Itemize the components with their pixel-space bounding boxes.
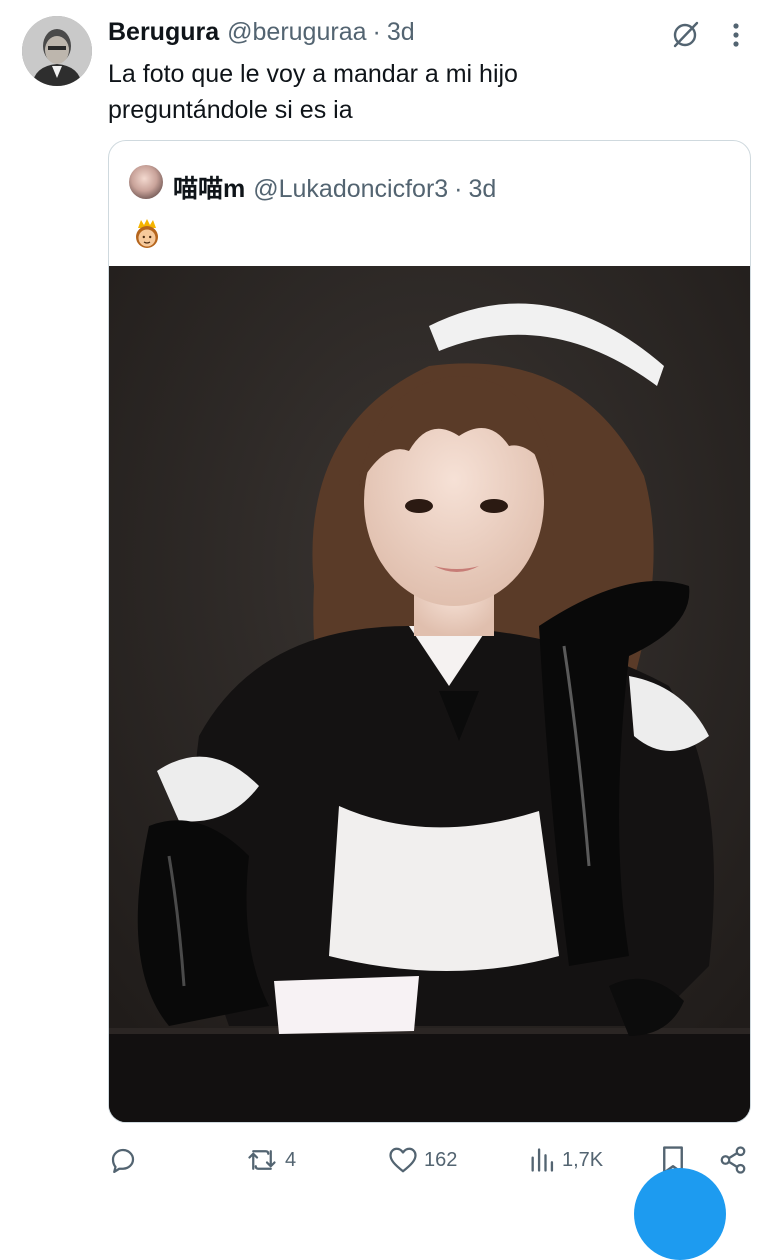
tweet[interactable]: Berugura @beruguraa · 3d La foto que le … — [0, 0, 770, 1260]
more-button[interactable] — [722, 18, 750, 52]
timestamp[interactable]: 3d — [387, 18, 415, 47]
compose-button[interactable] — [634, 1168, 726, 1260]
quoted-photo[interactable] — [109, 266, 750, 1122]
tweet-text: La foto que le voy a mandar a mi hijo pr… — [108, 56, 708, 128]
share-icon — [720, 1146, 746, 1174]
retweet-count: 4 — [285, 1148, 297, 1171]
separator: · — [372, 18, 381, 46]
action-bar: 4 162 1,7K — [0, 1140, 770, 1180]
retweet-icon — [248, 1150, 276, 1170]
like-button[interactable]: 162 — [388, 1140, 457, 1180]
quoted-author-handle[interactable]: @Lukadoncicfor3 — [253, 175, 448, 204]
reply-icon — [111, 1148, 135, 1173]
quoted-tweet[interactable]: 喵喵m @Lukadoncicfor3 · 3d — [108, 140, 751, 1123]
quoted-timestamp[interactable]: 3d — [469, 175, 497, 204]
views-button[interactable]: 1,7K — [528, 1140, 603, 1180]
quoted-avatar[interactable] — [129, 165, 163, 199]
tweet-text-line-2: preguntándole si es ia — [108, 96, 353, 124]
quoted-separator: · — [454, 175, 463, 203]
reply-button[interactable] — [108, 1140, 138, 1180]
quoted-header: 喵喵m @Lukadoncicfor3 · 3d — [173, 169, 496, 205]
retweet-button[interactable]: 4 — [245, 1140, 296, 1180]
like-count: 162 — [424, 1148, 458, 1171]
photo-illustration — [109, 266, 750, 1122]
heart-icon — [389, 1147, 417, 1173]
avatar[interactable] — [22, 16, 92, 86]
grok-icon — [673, 21, 699, 48]
author-name[interactable]: Berugura — [108, 18, 219, 47]
author-handle[interactable]: @beruguraa — [227, 18, 366, 47]
tweet-text-line-1: La foto que le voy a mandar a mi hijo — [108, 60, 518, 88]
views-count: 1,7K — [562, 1148, 604, 1171]
more-vertical-icon — [733, 23, 739, 47]
views-icon — [531, 1148, 554, 1172]
princess-emoji-icon — [136, 219, 158, 248]
grok-button[interactable] — [668, 18, 702, 52]
quoted-author-name[interactable]: 喵喵m — [173, 169, 245, 205]
avatar-photo — [22, 16, 92, 86]
share-button[interactable] — [718, 1140, 748, 1180]
tweet-header: Berugura @beruguraa · 3d — [108, 18, 415, 50]
